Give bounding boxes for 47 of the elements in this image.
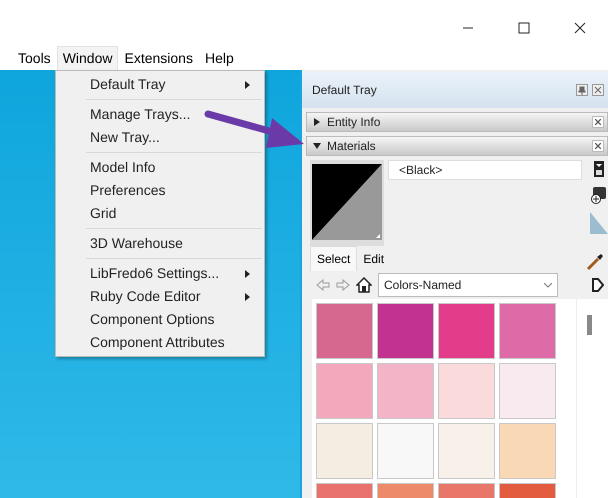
close-icon[interactable]	[592, 84, 604, 96]
menu-item[interactable]: Help	[198, 46, 240, 70]
menu-item[interactable]: LibFredo6 Settings...	[56, 262, 264, 285]
section-header[interactable]: Entity Info	[306, 112, 608, 132]
swatch-triangle-icon[interactable]	[590, 212, 608, 234]
close-icon[interactable]	[592, 140, 604, 152]
maximize-icon	[518, 22, 530, 34]
color-swatch[interactable]	[499, 363, 556, 419]
tray-title: Default Tray	[312, 82, 378, 99]
home-icon[interactable]	[356, 277, 372, 293]
forward-icon[interactable]	[336, 279, 350, 291]
color-swatch[interactable]	[499, 423, 556, 479]
color-swatch[interactable]	[377, 423, 434, 479]
menu-item[interactable]: Grid	[56, 202, 264, 225]
menu-item[interactable]: Component Attributes	[56, 331, 264, 354]
color-swatch[interactable]	[499, 303, 556, 359]
menu-item[interactable]: Default Tray	[56, 73, 264, 96]
menu-item[interactable]: Ruby Code Editor	[56, 285, 264, 308]
close-icon	[574, 22, 586, 34]
menu-item[interactable]: Model Info	[56, 156, 264, 179]
color-swatch[interactable]	[438, 363, 495, 419]
material-name-field[interactable]: <Black>	[388, 160, 582, 180]
menu-item[interactable]: Manage Trays...	[56, 103, 264, 126]
library-dropdown[interactable]: Colors-Named	[378, 273, 558, 297]
color-swatch[interactable]	[377, 303, 434, 359]
menu-item[interactable]: Window	[56, 46, 118, 70]
color-swatch[interactable]	[316, 303, 373, 359]
tab[interactable]: Select	[310, 246, 358, 271]
menu-item[interactable]: New Tray...	[56, 126, 264, 149]
add-material-icon[interactable]	[590, 186, 608, 204]
menu-item[interactable]: Tools	[12, 46, 57, 70]
color-swatch[interactable]	[438, 423, 495, 479]
menu-item[interactable]: Extensions	[118, 46, 199, 70]
pin-icon[interactable]	[576, 84, 588, 96]
menu-item[interactable]: 3D Warehouse	[56, 232, 264, 255]
tab[interactable]: Edit	[357, 247, 390, 271]
chevron-down-icon	[544, 282, 552, 288]
color-swatch[interactable]	[377, 363, 434, 419]
close-icon[interactable]	[592, 116, 604, 128]
menu-item[interactable]: Preferences	[56, 179, 264, 202]
eyedropper-icon[interactable]	[586, 253, 604, 271]
back-icon[interactable]	[316, 279, 330, 291]
section-header[interactable]: Materials	[306, 136, 608, 156]
color-swatch[interactable]	[316, 423, 373, 479]
color-swatch[interactable]	[316, 363, 373, 419]
menu-item[interactable]: Component Options	[56, 308, 264, 331]
color-swatch[interactable]	[438, 303, 495, 359]
